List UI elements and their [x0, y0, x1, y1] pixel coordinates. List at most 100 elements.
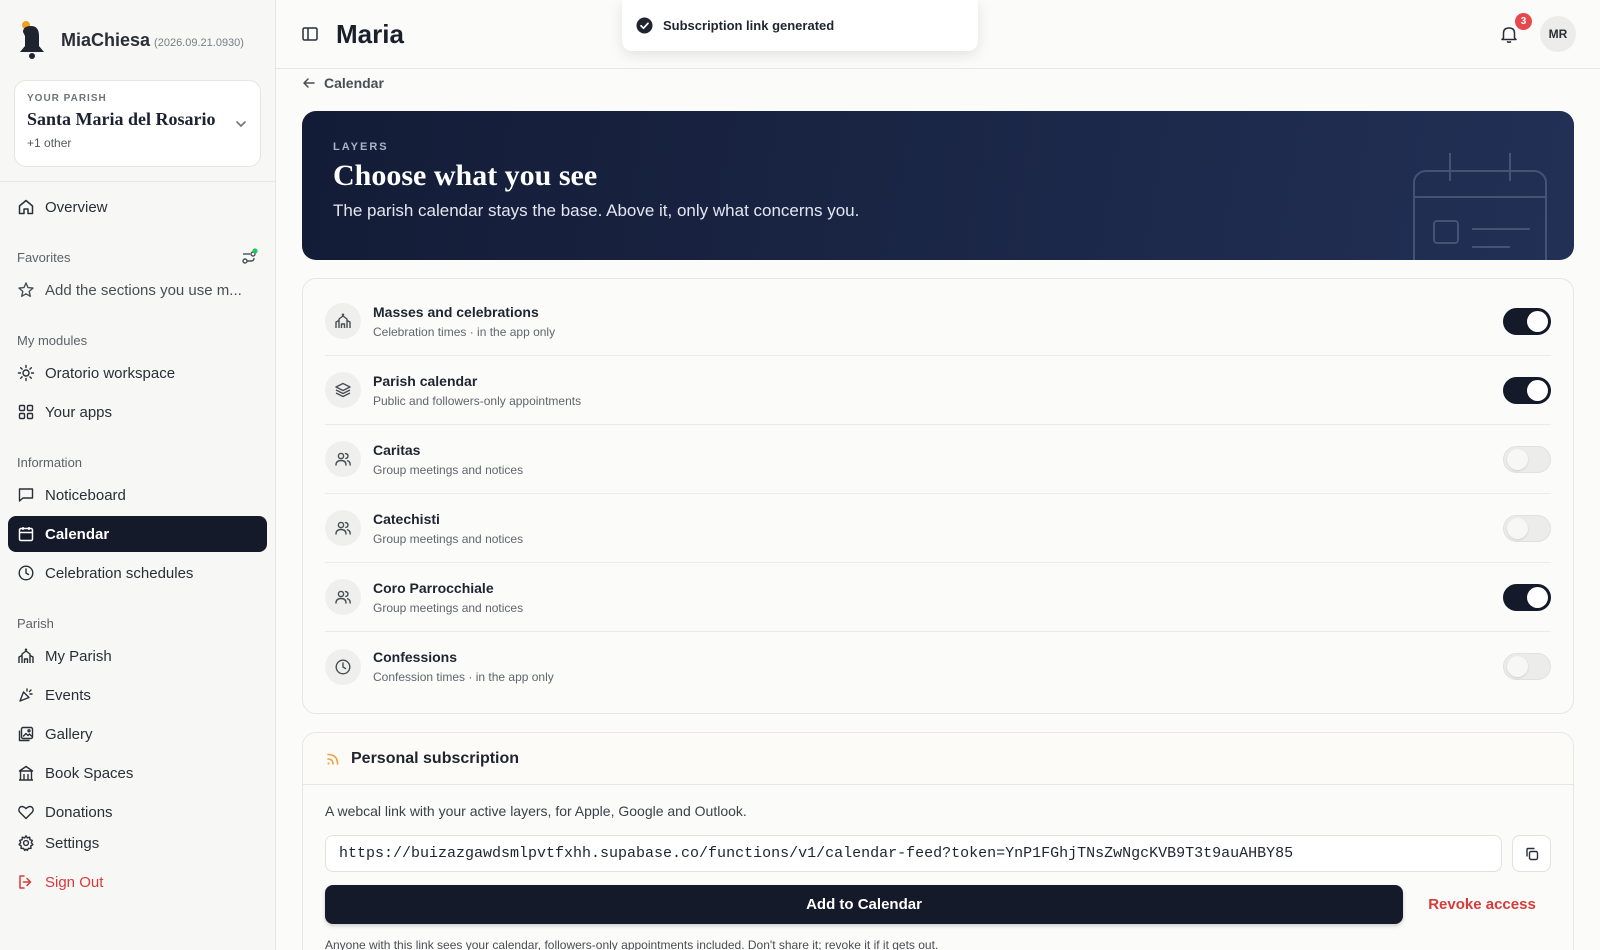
- topbar-actions: 3 MR: [1498, 13, 1576, 52]
- route-edit-icon[interactable]: [240, 248, 258, 266]
- church-icon: [325, 303, 361, 339]
- sidebar-item-events[interactable]: Events: [8, 677, 267, 713]
- sidebar-item-label: Celebration schedules: [45, 564, 194, 582]
- sidebar-item-label: Oratorio workspace: [45, 364, 176, 382]
- layer-title: Confessions: [373, 649, 458, 665]
- users-icon: [325, 510, 361, 546]
- bell-logo-icon: [20, 21, 44, 59]
- sidebar-item-sign-out[interactable]: Sign Out: [8, 864, 267, 900]
- notifications-button[interactable]: 3: [1498, 13, 1532, 45]
- hero-kicker: LAYERS: [333, 141, 389, 153]
- sidebar-item-book-spaces[interactable]: Book Spaces: [8, 755, 267, 791]
- users-icon: [325, 441, 361, 477]
- chevron-down-icon: [236, 121, 246, 127]
- revoke-access-button[interactable]: Revoke access: [1413, 885, 1551, 924]
- layer-subtitle: Group meetings and notices: [373, 531, 524, 546]
- sidebar-item-overview[interactable]: Overview: [8, 189, 267, 225]
- layer-row: Coro Parrocchiale Group meetings and noti…: [325, 563, 1551, 632]
- toggle-knob: [1527, 379, 1548, 401]
- sidebar-item-calendar[interactable]: Calendar: [8, 516, 267, 552]
- copy-url-button[interactable]: [1512, 835, 1551, 872]
- rss-icon: [327, 753, 339, 765]
- add-to-calendar-button[interactable]: Add to Calendar: [325, 885, 1403, 924]
- main-content: Maria 3 MR Calendar LAYERS Choose what y…: [276, 0, 1600, 950]
- layer-text: Coro Parrocchiale Group meetings and noti…: [373, 580, 1503, 615]
- toggle-knob: [1507, 448, 1528, 470]
- layer-title: Caritas: [373, 441, 421, 458]
- users-icon: [325, 579, 361, 615]
- parish-section-title: Parish: [8, 613, 267, 633]
- sidebar-item-noticeboard[interactable]: Noticeboard: [8, 477, 267, 513]
- layer-toggle[interactable]: [1503, 376, 1551, 404]
- sun-icon: [17, 364, 35, 382]
- sidebar-item-label: Your apps: [45, 403, 113, 421]
- back-to-calendar-link[interactable]: Calendar: [302, 75, 1574, 91]
- layer-toggle[interactable]: [1503, 653, 1551, 680]
- layers-list: Masses and celebrations Celebration times…: [302, 278, 1574, 714]
- notification-badge: 3: [1515, 13, 1532, 30]
- sidebar-item-gallery[interactable]: Gallery: [8, 716, 267, 752]
- layer-text: Confessions Confession times · in the app…: [373, 649, 1503, 684]
- sidebar-item-label: Sign Out: [45, 873, 104, 891]
- personal-subscription-card: Personal subscription A webcal link with…: [302, 732, 1574, 950]
- information-section-title: Information: [8, 452, 267, 472]
- modules-section-title: My modules: [8, 330, 267, 350]
- check-circle-icon: [636, 17, 653, 34]
- layer-title: Catechisti: [373, 510, 440, 527]
- subscription-description: A webcal link with your active layers, f…: [325, 803, 747, 819]
- brand-name: MiaChiesa: [61, 29, 151, 50]
- layer-toggle[interactable]: [1503, 445, 1551, 473]
- favorites-hint: Add the sections you use m...: [45, 281, 242, 299]
- toast-text: Subscription link generated: [663, 18, 835, 33]
- layer-subtitle: Group meetings and notices: [373, 600, 524, 615]
- hero-subtitle: The parish calendar stays the base. Abov…: [333, 201, 860, 220]
- subscription-title: Personal subscription: [351, 749, 520, 767]
- layer-text: Catechisti Group meetings and notices: [373, 511, 1503, 546]
- subscription-actions: Add to Calendar Revoke access: [325, 885, 1551, 924]
- toggle-knob: [1527, 586, 1548, 608]
- parish-selector[interactable]: YOUR PARISH Santa Maria del Rosario +1 o…: [14, 80, 261, 167]
- layer-title: Masses and celebrations: [373, 303, 539, 320]
- subscription-url-row: [325, 835, 1551, 872]
- layer-toggle[interactable]: [1503, 307, 1551, 335]
- party-popper-icon: [19, 688, 33, 702]
- clock-icon: [18, 565, 34, 581]
- layer-subtitle: Celebration times · in the app only: [373, 324, 556, 339]
- layer-row: Masses and celebrations Celebration times…: [325, 287, 1551, 356]
- parish-title: Parish: [17, 615, 54, 631]
- star-icon: [18, 282, 34, 297]
- message-square-icon: [18, 488, 34, 502]
- layers-icon: [325, 372, 361, 408]
- modules-title: My modules: [17, 332, 88, 348]
- layer-toggle[interactable]: [1503, 583, 1551, 611]
- sidebar-item-label: Donations: [45, 803, 113, 821]
- sidebar-item-add-favorites[interactable]: Add the sections you use m...: [8, 272, 267, 308]
- sidebar-toggle-icon[interactable]: [300, 24, 320, 44]
- avatar[interactable]: MR: [1540, 16, 1576, 52]
- layers-hero: LAYERS Choose what you see The parish ca…: [302, 111, 1574, 260]
- toggle-knob: [1507, 517, 1528, 539]
- sidebar-item-my-parish[interactable]: My Parish: [8, 638, 267, 674]
- subscription-url-input[interactable]: [325, 835, 1502, 872]
- brand[interactable]: MiaChiesa (2026.09.21.0930): [8, 0, 267, 80]
- layer-row: Confessions Confession times · in the app…: [325, 632, 1551, 701]
- layer-text: Masses and celebrations Celebration times…: [373, 304, 1503, 339]
- copy-icon: [1525, 847, 1538, 860]
- layer-row: Caritas Group meetings and notices: [325, 425, 1551, 494]
- layer-text: Caritas Group meetings and notices: [373, 442, 1503, 477]
- sidebar-item-oratorio-workspace[interactable]: Oratorio workspace: [8, 355, 267, 391]
- sidebar-item-label: Noticeboard: [45, 486, 126, 504]
- images-icon: [18, 726, 34, 742]
- subscription-header: Personal subscription: [303, 733, 1573, 785]
- page-title: Maria: [336, 18, 404, 49]
- parish-other-count: +1 other: [27, 136, 72, 150]
- sidebar-item-celebration-schedules[interactable]: Celebration schedules: [8, 555, 267, 591]
- sidebar-item-settings[interactable]: Settings: [8, 825, 267, 861]
- sidebar-item-label: Calendar: [45, 525, 110, 543]
- layer-toggle[interactable]: [1503, 514, 1551, 542]
- church-icon: [18, 648, 34, 663]
- sidebar-item-your-apps[interactable]: Your apps: [8, 394, 267, 430]
- parish-name: Santa Maria del Rosario: [27, 109, 216, 129]
- sidebar-item-label: Book Spaces: [45, 764, 134, 782]
- toggle-knob: [1527, 310, 1548, 332]
